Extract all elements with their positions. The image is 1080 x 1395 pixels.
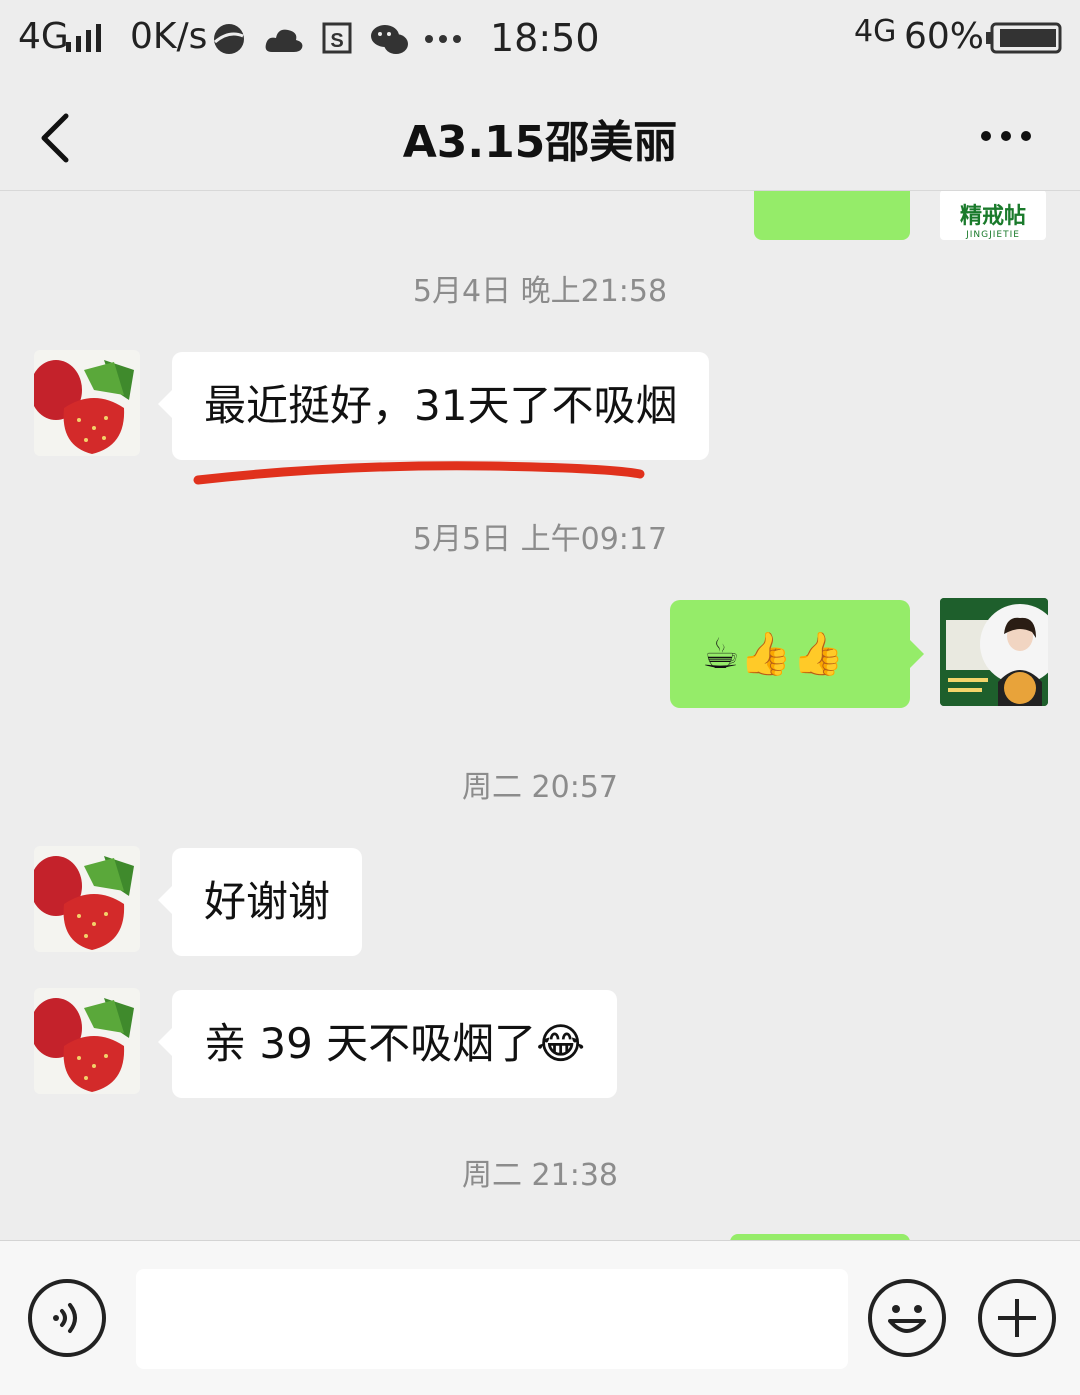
timestamp: 周二 21:38 (462, 1158, 618, 1193)
sent-message[interactable]: ☕👍👍 (670, 600, 924, 708)
agent-portrait-icon (940, 598, 1048, 706)
input-bar (0, 1240, 1080, 1395)
network-speed: 0K/s (130, 16, 208, 57)
network-type-right: 4G (854, 14, 897, 49)
emoji-icon[interactable] (868, 1279, 946, 1357)
status-bar: 4G 0K/s S 18:50 4G 60% (0, 0, 1080, 78)
network-type-left: 4G (18, 16, 69, 57)
strawberry-avatar[interactable] (34, 350, 140, 456)
battery-icon (986, 22, 1062, 54)
clock: 18:50 (490, 16, 600, 60)
more-options-icon[interactable] (980, 130, 1032, 142)
strawberry-icon (34, 846, 140, 952)
service-avatar[interactable] (940, 598, 1048, 706)
strawberry-avatar[interactable] (34, 846, 140, 952)
voice-icon[interactable] (28, 1279, 106, 1357)
message-text: 好谢谢 (204, 877, 331, 926)
message-text: ☕👍👍 (702, 629, 845, 678)
strawberry-icon (34, 988, 140, 1094)
brand-subtitle: JINGJIETIE (966, 230, 1020, 240)
wechat-icon (371, 25, 408, 54)
signal-icon (66, 24, 101, 52)
strawberry-icon (34, 350, 140, 456)
message-text: 亲 39 天不吸烟了😂 (204, 1019, 586, 1068)
timestamp: 周二 20:57 (462, 770, 618, 805)
received-message[interactable]: 最近挺好，31天了不吸烟 (157, 352, 710, 460)
strawberry-avatar[interactable] (34, 988, 140, 1094)
timestamp: 5月5日 上午09:17 (412, 522, 668, 557)
chat-title: A3.15邵美丽 (402, 117, 678, 168)
more-dots-icon (425, 35, 461, 43)
plus-icon[interactable] (978, 1279, 1056, 1357)
message-input[interactable] (136, 1269, 848, 1369)
message-text: 最近挺好，31天了不吸烟 (204, 381, 678, 430)
cloud-icon (265, 29, 303, 52)
battery-percent: 60% (904, 16, 985, 57)
browser-icon (214, 24, 244, 54)
svg-text:S: S (330, 30, 343, 52)
chat-header: A3.15邵美丽 (0, 78, 1080, 191)
brand-avatar[interactable]: 精戒帖 JINGJIETIE (940, 190, 1046, 240)
partial-sent-bubble[interactable] (754, 190, 910, 240)
red-underline-mark (193, 461, 645, 485)
received-message[interactable]: 亲 39 天不吸烟了😂 (157, 990, 618, 1098)
brand-name: 精戒帖 (959, 204, 1026, 229)
message-list[interactable]: 精戒帖 JINGJIETIE 5月4日 晚上21:58 最近挺好，31天了不吸烟… (0, 190, 1080, 1240)
received-message[interactable]: 好谢谢 (157, 848, 363, 956)
s-app-icon: S (322, 22, 352, 54)
timestamp: 5月4日 晚上21:58 (412, 274, 668, 309)
